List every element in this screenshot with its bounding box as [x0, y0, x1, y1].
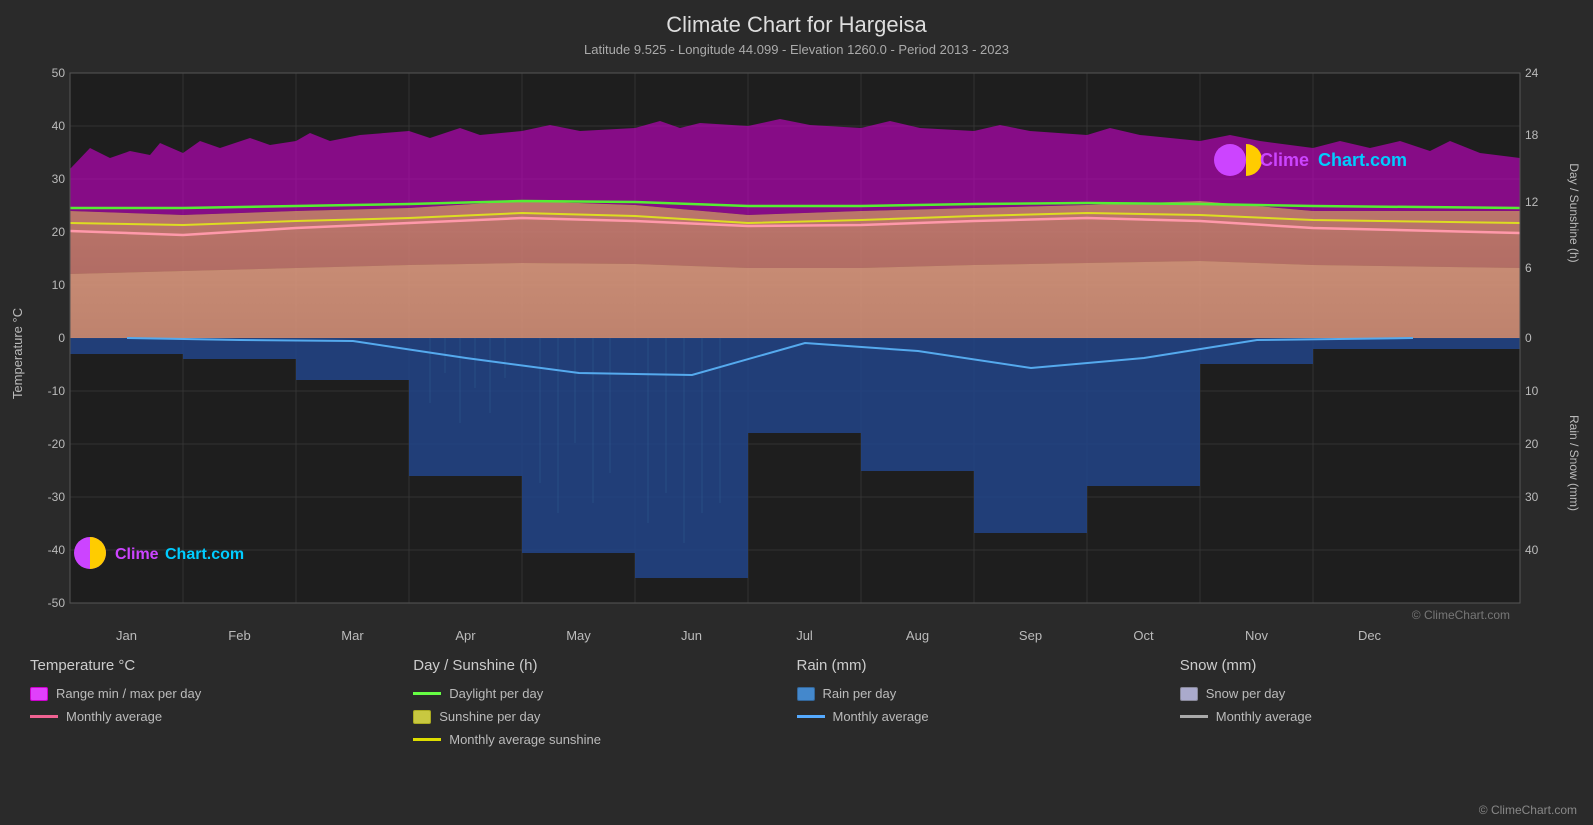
temp-avg-swatch — [30, 715, 58, 718]
left-axis-label: Temperature °C — [11, 307, 26, 398]
svg-text:0: 0 — [58, 331, 65, 345]
legend-temp-range: Range min / max per day — [30, 686, 413, 701]
legend-rain-avg: Monthly average — [797, 709, 1180, 724]
month-oct: Oct — [1087, 628, 1200, 643]
legend-temperature: Temperature °C Range min / max per day M… — [30, 657, 413, 747]
temp-range-swatch — [30, 687, 48, 701]
month-jun: Jun — [635, 628, 748, 643]
svg-text:40: 40 — [52, 119, 66, 133]
month-feb: Feb — [183, 628, 296, 643]
month-nov: Nov — [1200, 628, 1313, 643]
svg-text:12: 12 — [1525, 195, 1539, 209]
legend-rain-per-day: Rain per day — [797, 686, 1180, 701]
svg-text:© ClimeChart.com: © ClimeChart.com — [1412, 608, 1510, 622]
chart-svg: 50 40 30 20 10 0 -10 -20 -30 -40 -50 24 … — [0, 63, 1593, 628]
chart-title: Climate Chart for Hargeisa — [0, 0, 1593, 38]
month-sep: Sep — [974, 628, 1087, 643]
svg-text:18: 18 — [1525, 128, 1539, 142]
svg-text:40: 40 — [1525, 543, 1539, 557]
svg-text:10: 10 — [52, 278, 66, 292]
month-jan: Jan — [70, 628, 183, 643]
svg-text:-50: -50 — [48, 596, 66, 610]
rain-avg-swatch — [797, 715, 825, 718]
svg-text:30: 30 — [52, 172, 66, 186]
svg-text:-30: -30 — [48, 490, 66, 504]
legend-sunshine: Day / Sunshine (h) Daylight per day Suns… — [413, 657, 796, 747]
month-mar: Mar — [296, 628, 409, 643]
svg-text:10: 10 — [1525, 384, 1539, 398]
daylight-swatch — [413, 692, 441, 695]
svg-text:Chart.com: Chart.com — [165, 546, 244, 563]
svg-text:-10: -10 — [48, 384, 66, 398]
legend-sunshine-per-day: Sunshine per day — [413, 709, 796, 724]
main-container: Climate Chart for Hargeisa Latitude 9.52… — [0, 0, 1593, 825]
legend-rain-title: Rain (mm) — [797, 657, 1180, 674]
legend-snow: Snow (mm) Snow per day Monthly average — [1180, 657, 1563, 747]
svg-text:50: 50 — [52, 66, 66, 80]
legend-sunshine-avg: Monthly average sunshine — [413, 732, 796, 747]
month-aug: Aug — [861, 628, 974, 643]
rain-swatch — [797, 687, 815, 701]
svg-text:6: 6 — [1525, 261, 1532, 275]
svg-text:Clime: Clime — [1260, 150, 1309, 170]
svg-text:Rain / Snow (mm): Rain / Snow (mm) — [1567, 415, 1581, 511]
legend-temp-title: Temperature °C — [30, 657, 413, 674]
svg-text:-40: -40 — [48, 543, 66, 557]
svg-text:20: 20 — [1525, 437, 1539, 451]
legend-snow-title: Snow (mm) — [1180, 657, 1563, 674]
legend-rain: Rain (mm) Rain per day Monthly average — [797, 657, 1180, 747]
month-jul: Jul — [748, 628, 861, 643]
legend-snow-per-day: Snow per day — [1180, 686, 1563, 701]
svg-text:20: 20 — [52, 225, 66, 239]
chart-subtitle: Latitude 9.525 - Longitude 44.099 - Elev… — [0, 42, 1593, 57]
watermark: © ClimeChart.com — [1479, 803, 1577, 817]
legend-temp-avg: Monthly average — [30, 709, 413, 724]
svg-text:-20: -20 — [48, 437, 66, 451]
legend-sunshine-title: Day / Sunshine (h) — [413, 657, 796, 674]
legend-daylight: Daylight per day — [413, 686, 796, 701]
sunshine-avg-swatch — [413, 738, 441, 741]
svg-text:0: 0 — [1525, 331, 1532, 345]
svg-text:Clime: Clime — [115, 546, 159, 563]
month-dec: Dec — [1313, 628, 1426, 643]
sunshine-swatch — [413, 710, 431, 724]
svg-text:Chart.com: Chart.com — [1318, 150, 1407, 170]
svg-text:30: 30 — [1525, 490, 1539, 504]
legend-snow-avg: Monthly average — [1180, 709, 1563, 724]
snow-avg-swatch — [1180, 715, 1208, 718]
svg-text:24: 24 — [1525, 66, 1539, 80]
snow-swatch — [1180, 687, 1198, 701]
month-may: May — [522, 628, 635, 643]
svg-text:Day / Sunshine (h): Day / Sunshine (h) — [1567, 163, 1581, 262]
month-apr: Apr — [409, 628, 522, 643]
